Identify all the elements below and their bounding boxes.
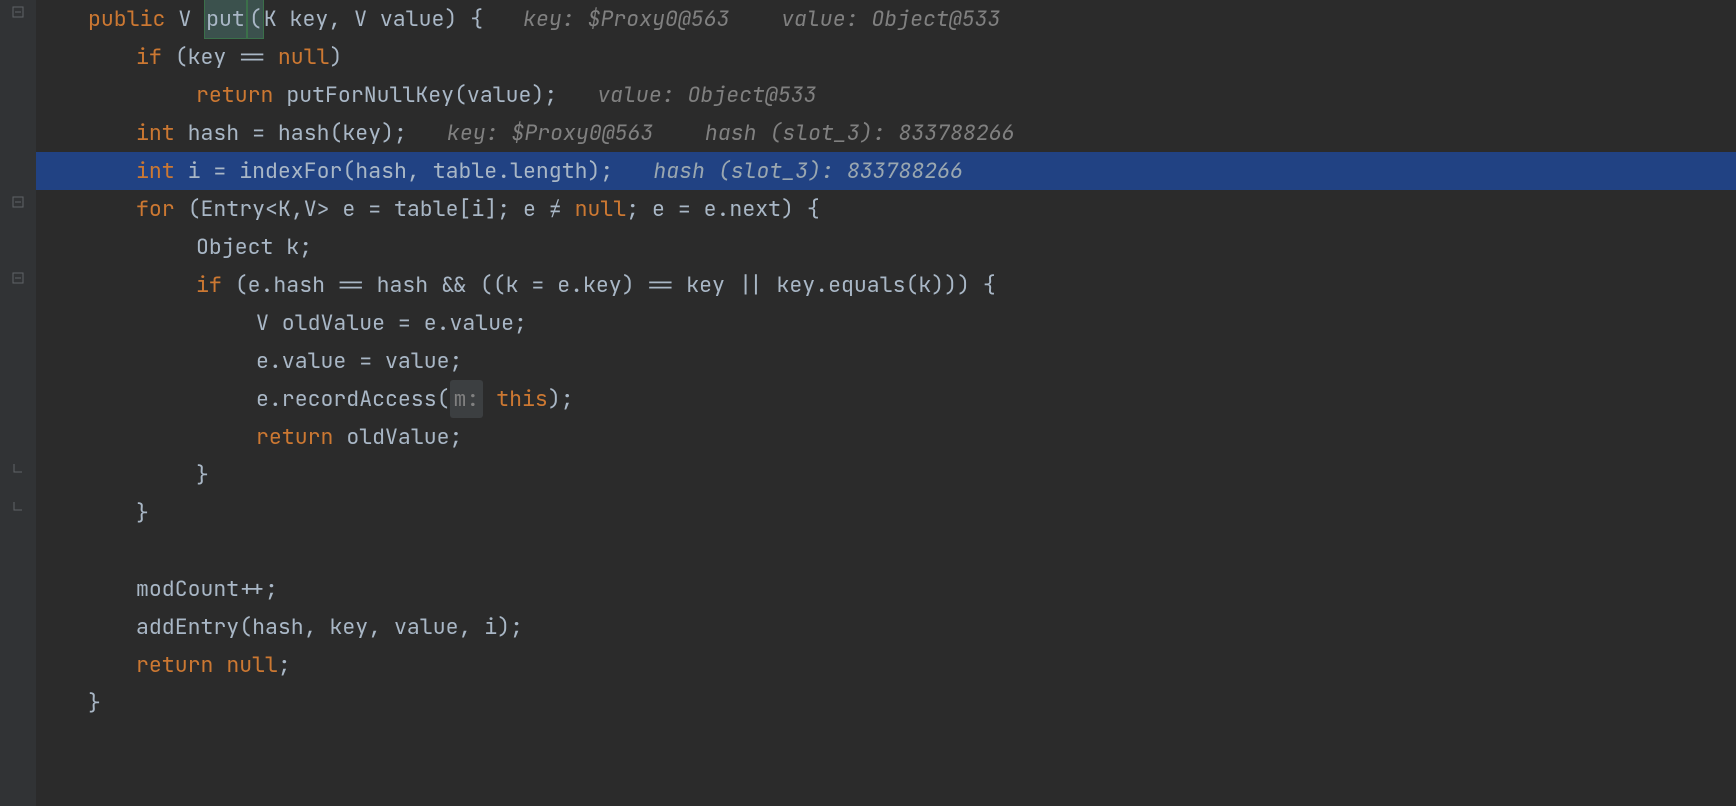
fold-end-icon[interactable] [12,500,24,512]
code-text: , [328,0,354,38]
code-text: oldValue; [346,418,462,456]
code-text: putForNullKey(value); [286,76,557,114]
code-line[interactable]: for (Entry<K,V> e = table[i]; e ≠ null ;… [36,190,1736,228]
inline-debug-hint: value: Object@533 [597,76,816,114]
code-text: V oldValue = e.value; [256,304,527,342]
code-line[interactable]: } [36,456,1736,494]
code-text: hash = hash(key); [188,114,407,152]
inline-debug-hint: hash (slot_3): 833788266 [653,152,963,190]
code-text: e.value = value; [256,342,462,380]
code-text: } [88,684,101,722]
code-line[interactable] [36,532,1736,570]
code-text: K [264,0,290,38]
keyword: null [226,646,278,684]
keyword: null [575,190,627,228]
keyword: if [196,266,235,304]
code-text: } [136,494,149,532]
keyword: return [136,646,226,684]
code-line[interactable]: return null ; [36,646,1736,684]
keyword: null [278,38,330,76]
fold-toggle-icon[interactable] [12,6,24,18]
code-text: key [290,0,329,38]
code-text: e.recordAccess( [256,380,450,418]
code-text: (Entry<K,V> e = table[i]; e ≠ [188,190,575,228]
code-text: (e.hash == hash && ((k = e.key) == key |… [235,266,996,304]
parameter-hint: m: [450,380,484,418]
code-text: modCount++; [136,570,278,608]
code-text: i = indexFor(hash, table.length); [188,152,614,190]
code-line[interactable]: } [36,684,1736,722]
fold-toggle-icon[interactable] [12,196,24,208]
code-line[interactable]: public V put ( K key , V value ) { key: … [36,0,1736,38]
code-text: ) { [444,0,483,38]
code-text: V [178,0,204,38]
code-editor[interactable]: public V put ( K key , V value ) { key: … [36,0,1736,722]
keyword: return [256,418,346,456]
fold-end-icon[interactable] [12,462,24,474]
method-name: put [204,0,247,39]
code-text: ) [330,38,343,76]
fold-toggle-icon[interactable] [12,272,24,284]
inline-debug-hint: key: $Proxy0@563 hash (slot_3): 83378826… [447,114,1015,152]
code-line[interactable]: Object k; [36,228,1736,266]
keyword: int [136,114,188,152]
keyword: this [483,380,548,418]
code-text: addEntry(hash, key, value, i); [136,608,523,646]
keyword: for [136,190,188,228]
code-text: V [354,0,380,38]
keyword: int [136,152,188,190]
code-line[interactable]: int hash = hash(key); key: $Proxy0@563 h… [36,114,1736,152]
code-line[interactable]: return oldValue; [36,418,1736,456]
inline-debug-hint: key: $Proxy0@563 value: Object@533 [523,0,1000,38]
current-execution-line[interactable]: int i = indexFor(hash, table.length); ha… [36,152,1736,190]
code-text: ; e = e.next) { [626,190,820,228]
code-line[interactable]: addEntry(hash, key, value, i); [36,608,1736,646]
code-line[interactable]: return putForNullKey(value); value: Obje… [36,76,1736,114]
keyword: public [88,0,178,38]
keyword: if [136,38,175,76]
code-line[interactable]: modCount++; [36,570,1736,608]
code-text: (key == [175,38,278,76]
code-text: ; [278,646,291,684]
code-line[interactable]: if (e.hash == hash && ((k = e.key) == ke… [36,266,1736,304]
code-line[interactable]: e.value = value; [36,342,1736,380]
editor-gutter[interactable] [0,0,36,806]
code-text: Object k; [196,228,312,266]
code-line[interactable]: V oldValue = e.value; [36,304,1736,342]
code-text: } [196,456,209,494]
code-text: ); [548,380,574,418]
keyword: return [196,76,286,114]
code-line[interactable]: e.recordAccess( m: this ); [36,380,1736,418]
code-text: value [380,0,445,38]
code-line[interactable]: if (key == null ) [36,38,1736,76]
paren: ( [247,0,264,39]
code-line[interactable]: } [36,494,1736,532]
